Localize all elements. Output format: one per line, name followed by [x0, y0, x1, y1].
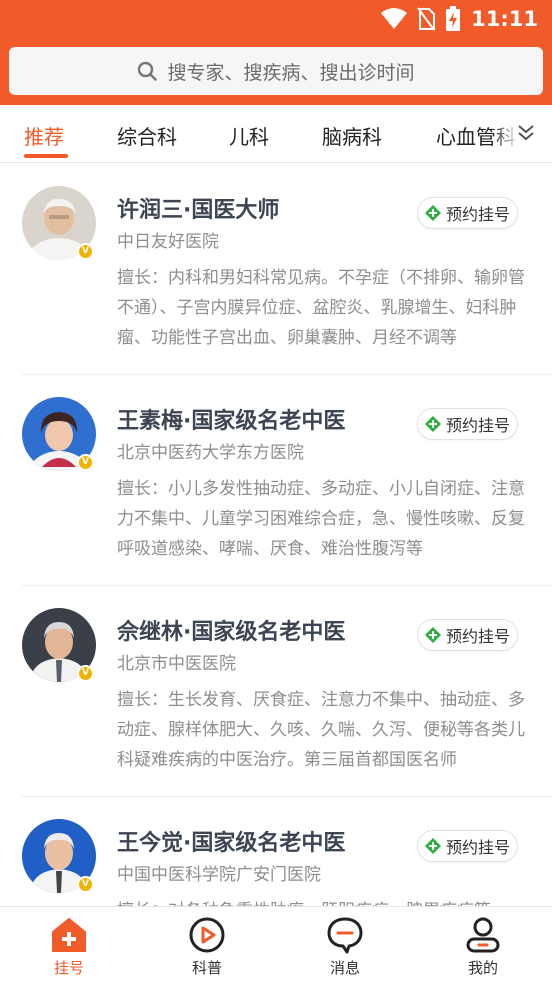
no-sim-icon: [417, 7, 436, 31]
bottom-nav: 挂号 科普 消息 我的: [0, 906, 552, 983]
verified-badge: V: [77, 876, 94, 893]
nav-item-science[interactable]: 科普: [138, 907, 276, 983]
doctor-name: 佘继林·国家级名老中医: [117, 620, 346, 645]
book-appointment-button[interactable]: 预约挂号: [417, 408, 518, 440]
doctor-card[interactable]: V 王今觉·国家级名老中医 中国中医科学院广安门医院 预约挂号 擅长：对各种急重…: [0, 797, 552, 906]
doctor-card[interactable]: V 许润三·国医大师 中日友好医院 预约挂号 擅长：内科和男妇科常见病。不孕症（…: [0, 164, 552, 375]
doctor-hospital: 北京市中医医院: [117, 654, 236, 674]
book-button-label: 预约挂号: [445, 627, 510, 646]
nav-item-mine[interactable]: 我的: [414, 907, 552, 983]
plus-circle-icon: [424, 205, 441, 221]
doctor-name: 许润三·国医大师: [117, 198, 280, 223]
plus-circle-icon: [424, 838, 441, 854]
plus-circle-icon: [424, 416, 441, 432]
book-appointment-button[interactable]: 预约挂号: [417, 197, 518, 229]
verified-badge: V: [77, 454, 94, 471]
book-appointment-button[interactable]: 预约挂号: [417, 830, 518, 862]
nav-label: 挂号: [53, 959, 84, 977]
tab-recommended[interactable]: 推荐: [24, 121, 64, 150]
search-placeholder: 搜专家、搜疾病、搜出诊时间: [167, 61, 415, 84]
doctor-hospital: 中国中医科学院广安门医院: [117, 865, 321, 885]
hospital-icon: [52, 918, 86, 952]
doctor-specialty: 擅长：内科和男妇科常见病。不孕症（不排卵、输卵管不通）、子宫内膜异位症、盆腔炎、…: [117, 268, 525, 348]
message-icon: [327, 917, 363, 954]
app-header: 11:11 搜专家、搜疾病、搜出诊时间: [0, 0, 552, 105]
avatar-wrap: V: [22, 397, 96, 503]
play-icon: [189, 917, 225, 953]
wifi-icon: [381, 8, 408, 29]
status-time: 11:11: [471, 7, 538, 31]
category-tabs: 推荐 综合科 儿科 脑病科 心血管科: [0, 105, 552, 163]
verified-badge: V: [77, 243, 94, 260]
doctor-specialty: 擅长：小儿多发性抽动症、多动症、小儿自闭症、注意力不集中、儿童学习困难综合症，急…: [117, 479, 525, 559]
doctor-specialty: 擅长：对各种急重性肿瘤、肝胆疾病、脾胃疾病等: [117, 896, 525, 906]
avatar-wrap: V: [22, 608, 96, 682]
doctor-card[interactable]: V 佘继林·国家级名老中医 北京市中医医院 预约挂号 擅长：生长发育、厌食症、注…: [0, 586, 552, 797]
status-bar: 11:11: [0, 0, 552, 38]
active-tab-indicator: [24, 154, 68, 158]
chevron-down-icon[interactable]: [516, 123, 536, 143]
doctor-name: 王今觉·国家级名老中医: [117, 831, 346, 856]
search-icon: [138, 61, 158, 81]
nav-item-messages[interactable]: 消息: [276, 907, 414, 983]
avatar-wrap: V: [22, 186, 96, 290]
doctor-specialty: 擅长：生长发育、厌食症、注意力不集中、抽动症、多动症、腺样体肥大、久咳、久喘、久…: [117, 690, 525, 770]
battery-icon: [446, 6, 461, 31]
book-button-label: 预约挂号: [445, 838, 510, 857]
doctor-list: V 许润三·国医大师 中日友好医院 预约挂号 擅长：内科和男妇科常见病。不孕症（…: [0, 164, 552, 906]
verified-badge: V: [77, 665, 94, 682]
user-icon: [466, 917, 500, 953]
plus-circle-icon: [424, 627, 441, 643]
book-button-label: 预约挂号: [445, 205, 510, 224]
doctor-card[interactable]: V 王素梅·国家级名老中医 北京中医药大学东方医院 预约挂号 擅长：小儿多发性抽…: [0, 375, 552, 586]
tab-general[interactable]: 综合科: [117, 121, 177, 150]
avatar-wrap: V: [22, 819, 96, 893]
nav-label: 消息: [329, 959, 360, 977]
status-icons: 11:11: [381, 6, 538, 32]
doctor-hospital: 中日友好医院: [117, 232, 219, 252]
nav-item-register[interactable]: 挂号: [0, 907, 138, 983]
tab-pediatrics[interactable]: 儿科: [229, 121, 269, 150]
search-input[interactable]: 搜专家、搜疾病、搜出诊时间: [9, 47, 543, 95]
nav-label: 科普: [191, 959, 222, 977]
nav-label: 我的: [467, 959, 498, 977]
tab-neurology[interactable]: 脑病科: [322, 121, 382, 150]
doctor-name: 王素梅·国家级名老中医: [117, 409, 346, 434]
book-button-label: 预约挂号: [445, 416, 510, 435]
doctor-hospital: 北京中医药大学东方医院: [117, 443, 304, 463]
book-appointment-button[interactable]: 预约挂号: [417, 619, 518, 651]
